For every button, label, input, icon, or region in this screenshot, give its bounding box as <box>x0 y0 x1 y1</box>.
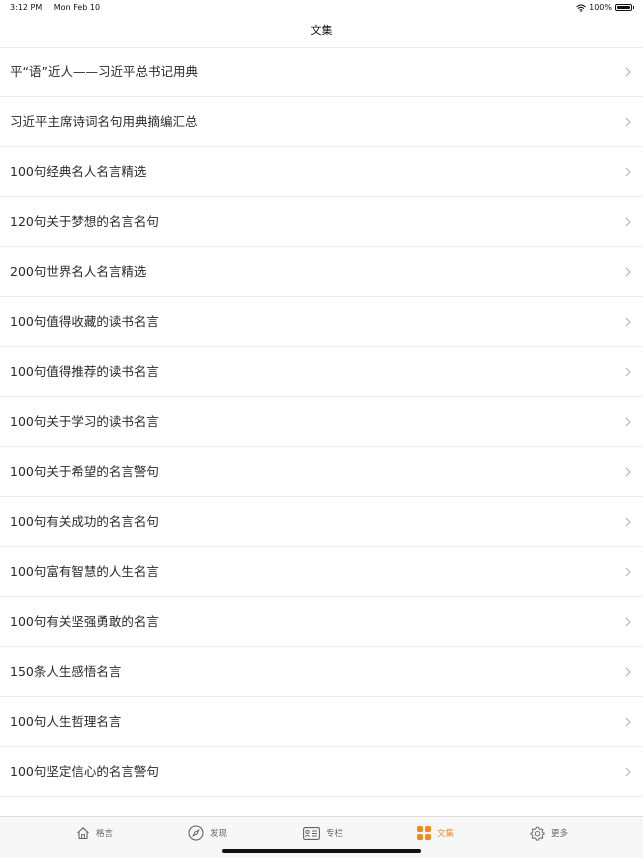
list-item[interactable]: 习近平主席诗词名句用典摘编汇总 <box>0 97 643 147</box>
list-item-label: 平“语”近人——习近平总书记用典 <box>10 64 198 79</box>
chevron-right-icon <box>625 567 631 577</box>
tab-grid[interactable]: 文集 <box>417 823 454 843</box>
list-item[interactable]: 100句坚定信心的名言警句 <box>0 747 643 797</box>
chevron-right-icon <box>625 517 631 527</box>
status-bar: 3:12 PM Mon Feb 10 100% <box>0 0 643 16</box>
tab-label: 发现 <box>210 829 228 839</box>
list-item-label: 100句值得收藏的读书名言 <box>10 314 159 329</box>
chevron-right-icon <box>625 167 631 177</box>
chevron-right-icon <box>625 117 631 127</box>
status-right: 100% <box>576 3 634 12</box>
status-time: 3:12 PM <box>10 3 43 12</box>
chevron-right-icon <box>625 267 631 277</box>
tab-compass[interactable]: 发现 <box>188 823 227 843</box>
chevron-right-icon <box>625 617 631 627</box>
grid-icon <box>417 826 437 840</box>
list-item-label: 100句关于学习的读书名言 <box>10 414 159 429</box>
list-item[interactable]: 100句关于学习的读书名言 <box>0 397 643 447</box>
status-date: Mon Feb 10 <box>53 3 101 12</box>
list-item[interactable]: 平“语”近人——习近平总书记用典 <box>0 47 643 97</box>
navigation-bar: 文集 <box>0 16 643 48</box>
list-item[interactable]: 200句世界名人名言精选 <box>0 247 643 297</box>
list-item-label: 100句经典名人名言精选 <box>10 164 147 179</box>
chevron-right-icon <box>625 67 631 77</box>
status-left: 3:12 PM Mon Feb 10 <box>10 3 100 12</box>
list-item[interactable]: 100句经典名人名言精选 <box>0 147 643 197</box>
list-item-label: 100句关于希望的名言警句 <box>10 464 159 479</box>
list-item[interactable]: 100句值得推荐的读书名言 <box>0 347 643 397</box>
page-title: 文集 <box>310 24 333 37</box>
battery-icon <box>615 4 634 11</box>
gear-icon <box>530 826 551 841</box>
list-item-label: 100句人生哲理名言 <box>10 714 122 729</box>
list-item-label: 100句坚定信心的名言警句 <box>10 764 159 779</box>
list-item-label: 习近平主席诗词名句用典摘编汇总 <box>10 114 198 129</box>
tab-label: 文集 <box>437 829 455 839</box>
list-item-label: 150条人生感悟名言 <box>10 664 122 679</box>
list-item[interactable]: 150条人生感悟名言 <box>0 647 643 697</box>
list-item-label: 100句值得推荐的读书名言 <box>10 364 159 379</box>
tab-home[interactable]: 格言 <box>76 823 113 843</box>
list-item-label: 100句有关成功的名言名句 <box>10 514 159 529</box>
list-item[interactable]: 100句有关成功的名言名句 <box>0 497 643 547</box>
list-item[interactable]: 100句富有智慧的人生名言 <box>0 547 643 597</box>
chevron-right-icon <box>625 217 631 227</box>
list-item[interactable]: 120句关于梦想的名言名句 <box>0 197 643 247</box>
chevron-right-icon <box>625 317 631 327</box>
battery-percent: 100% <box>589 3 612 12</box>
list-item-label: 100句有关坚强勇敢的名言 <box>10 614 159 629</box>
chevron-right-icon <box>625 667 631 677</box>
tab-label: 专栏 <box>326 829 344 839</box>
list-card-icon <box>303 826 326 840</box>
list-item-label: 100句富有智慧的人生名言 <box>10 564 159 579</box>
tab-label: 格言 <box>96 829 114 839</box>
chevron-right-icon <box>625 467 631 477</box>
list-item-label: 120句关于梦想的名言名句 <box>10 214 159 229</box>
home-icon <box>76 826 96 840</box>
wifi-icon <box>576 4 586 12</box>
list-item[interactable]: 100句人生哲理名言 <box>0 697 643 747</box>
list-item-label: 200句世界名人名言精选 <box>10 264 147 279</box>
list-item[interactable]: 100句有关坚强勇敢的名言 <box>0 597 643 647</box>
list-item[interactable]: 100句关于希望的名言警句 <box>0 447 643 497</box>
chevron-right-icon <box>625 717 631 727</box>
tab-label: 更多 <box>551 829 569 839</box>
list-item[interactable]: 100句值得收藏的读书名言 <box>0 297 643 347</box>
home-indicator <box>222 849 421 853</box>
compass-icon <box>188 825 210 841</box>
tab-gear[interactable]: 更多 <box>530 823 568 843</box>
chevron-right-icon <box>625 417 631 427</box>
article-list: 平“语”近人——习近平总书记用典 习近平主席诗词名句用典摘编汇总 100句经典名人名… <box>0 47 643 797</box>
tab-list-card[interactable]: 专栏 <box>303 823 343 843</box>
chevron-right-icon <box>625 367 631 377</box>
chevron-right-icon <box>625 767 631 777</box>
